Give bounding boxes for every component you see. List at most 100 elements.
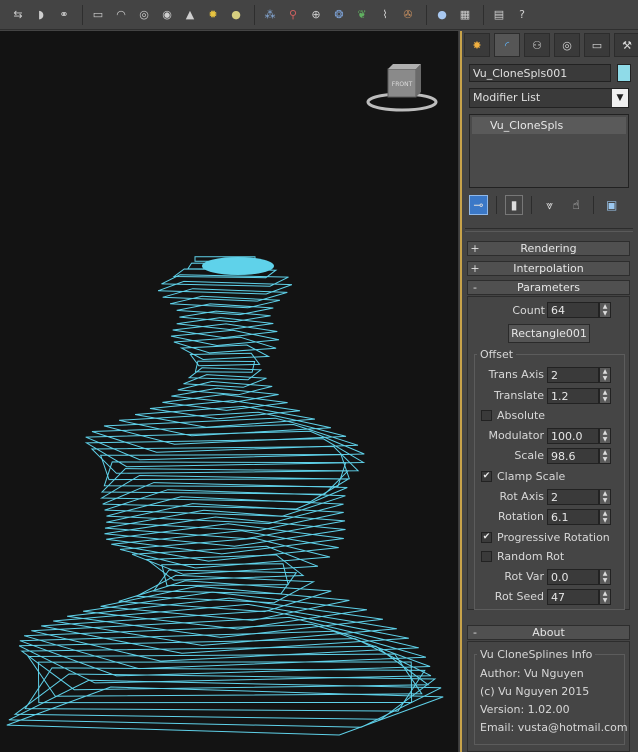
- translate-field[interactable]: [547, 388, 599, 404]
- rollout-interpolation[interactable]: + Interpolation: [467, 261, 630, 276]
- scale-field[interactable]: [547, 448, 599, 464]
- rotation-spinner[interactable]: ▲▼: [547, 509, 613, 525]
- offset-group-title: Offset: [477, 348, 517, 361]
- spinner-arrows-icon[interactable]: ▲ ▼: [599, 428, 611, 444]
- random-rot-checkbox[interactable]: Random Rot: [481, 550, 564, 563]
- viewcube[interactable]: FRONT: [366, 64, 438, 112]
- rot-axis-label: Rot Axis: [499, 490, 544, 503]
- trans-axis-spinner[interactable]: ▲▼: [547, 367, 613, 383]
- rot-seed-field[interactable]: [547, 589, 599, 605]
- checkbox-box[interactable]: [481, 410, 492, 421]
- spinner-arrows-icon[interactable]: ▲ ▼: [599, 489, 611, 505]
- rollout-title: Interpolation: [513, 262, 584, 275]
- cone-icon[interactable]: ▲: [180, 5, 200, 25]
- transform-icon[interactable]: ⇆: [8, 5, 28, 25]
- spinner-arrows-icon[interactable]: ▲ ▼: [599, 569, 611, 585]
- separator: [593, 196, 595, 214]
- trans-axis-field[interactable]: [547, 367, 599, 383]
- rotation-field[interactable]: [547, 509, 599, 525]
- snap-icon[interactable]: ◗: [31, 5, 51, 25]
- rot-var-field[interactable]: [547, 569, 599, 585]
- object-name-field[interactable]: [469, 64, 611, 82]
- clamp-scale-checkbox[interactable]: ✔ Clamp Scale: [481, 470, 565, 483]
- copyright-text: (c) Vu Nguyen 2015: [480, 685, 590, 698]
- object-color-swatch[interactable]: [617, 64, 631, 82]
- rollout-rendering[interactable]: + Rendering: [467, 241, 630, 256]
- spinner-arrows-icon[interactable]: ▲ ▼: [599, 509, 611, 525]
- remove-modifier-icon[interactable]: ☝: [567, 195, 586, 215]
- wireframe-canvas: FRONT: [6, 64, 444, 736]
- checkbox-box[interactable]: [481, 551, 492, 562]
- leaf-icon[interactable]: ❦: [352, 5, 372, 25]
- spinner-arrows-icon[interactable]: ▲ ▼: [599, 302, 611, 318]
- render-icon[interactable]: ●: [432, 5, 452, 25]
- clone-splines-wireframe: [6, 256, 444, 736]
- scale-spinner[interactable]: ▲▼: [547, 448, 613, 464]
- rot-seed-spinner[interactable]: ▲▼: [547, 589, 613, 605]
- rotation-label: Rotation: [497, 510, 544, 523]
- globe-icon[interactable]: ❂: [329, 5, 349, 25]
- rollout-parameters[interactable]: - Parameters: [467, 280, 630, 295]
- chevron-down-icon[interactable]: ▼: [612, 89, 628, 107]
- links-icon[interactable]: ⚭: [54, 5, 74, 25]
- perspective-viewport[interactable]: FRONT: [0, 31, 459, 752]
- checkmark-icon[interactable]: ✔: [481, 532, 492, 543]
- display-tab-icon[interactable]: ▭: [584, 33, 610, 57]
- checkmark-icon[interactable]: ✔: [481, 471, 492, 482]
- box-icon[interactable]: ▭: [88, 5, 108, 25]
- modifier-stack[interactable]: Vu_CloneSpls: [469, 114, 629, 188]
- configure-sets-icon[interactable]: ▣: [602, 195, 621, 215]
- spinner-arrows-icon[interactable]: ▲ ▼: [599, 388, 611, 404]
- modifier-list-dropdown[interactable]: Modifier List ▼: [469, 88, 629, 108]
- rot-axis-field[interactable]: [547, 489, 599, 505]
- ring-icon[interactable]: ◎: [134, 5, 154, 25]
- show-end-result-icon[interactable]: ▮: [504, 195, 524, 215]
- rollout-title: About: [532, 626, 565, 639]
- rot-var-spinner[interactable]: ▲▼: [547, 569, 613, 585]
- eye-icon[interactable]: ◉: [157, 5, 177, 25]
- dome-icon[interactable]: ◠: [111, 5, 131, 25]
- light-icon[interactable]: ●: [226, 5, 246, 25]
- modify-tab-icon[interactable]: ◜: [494, 33, 520, 57]
- shape-pick-button[interactable]: Rectangle001: [508, 324, 590, 343]
- motion-tab-icon[interactable]: ◎: [554, 33, 580, 57]
- help-icon[interactable]: ?: [512, 5, 532, 25]
- spinner-arrows-icon[interactable]: ▲ ▼: [599, 448, 611, 464]
- connect-icon[interactable]: ⚲: [283, 5, 303, 25]
- progressive-rotation-checkbox[interactable]: ✔ Progressive Rotation: [481, 531, 610, 544]
- spinner-arrows-icon[interactable]: ▲ ▼: [599, 589, 611, 605]
- utilities-tab-icon[interactable]: ⚒: [614, 33, 638, 57]
- absolute-checkbox[interactable]: Absolute: [481, 409, 545, 422]
- spline-clone: [179, 310, 271, 323]
- translate-label: Translate: [494, 389, 544, 402]
- email-text: Email: vusta@hotmail.com: [480, 721, 628, 734]
- expand-icon: +: [470, 242, 480, 255]
- camera-icon[interactable]: ✇: [398, 5, 418, 25]
- hierarchy-tab-icon[interactable]: ⚇: [524, 33, 550, 57]
- stack-item[interactable]: Vu_CloneSpls: [472, 117, 626, 134]
- translate-spinner[interactable]: ▲▼: [547, 388, 613, 404]
- modulator-spinner[interactable]: ▲▼: [547, 428, 613, 444]
- layers-icon[interactable]: ▤: [489, 5, 509, 25]
- info-group-title: Vu CloneSplines Info: [477, 648, 596, 661]
- spline-clone: [187, 367, 263, 381]
- make-unique-icon[interactable]: ⩔: [540, 195, 559, 215]
- sun-icon[interactable]: ✹: [203, 5, 223, 25]
- calendar-icon[interactable]: ▦: [455, 5, 475, 25]
- spline-clone: [189, 352, 261, 367]
- random-rot-label: Random Rot: [497, 550, 565, 563]
- rollout-about[interactable]: - About: [467, 625, 630, 640]
- sphere-icon[interactable]: ⊕: [306, 5, 326, 25]
- pin-stack-icon[interactable]: ⊸: [469, 195, 488, 215]
- rot-axis-spinner[interactable]: ▲▼: [547, 489, 613, 505]
- stack-tools: ⊸ ▮ ⩔ ☝ ▣: [469, 194, 629, 216]
- modulator-label: Modulator: [488, 429, 544, 442]
- modulator-field[interactable]: [547, 428, 599, 444]
- particles-icon[interactable]: ⁂: [260, 5, 280, 25]
- create-tab-icon[interactable]: ✸: [464, 33, 490, 57]
- spinner-arrows-icon[interactable]: ▲ ▼: [599, 367, 611, 383]
- count-spinner[interactable]: ▲▼: [547, 302, 613, 318]
- path-icon[interactable]: ⌇: [375, 5, 395, 25]
- toolbar-separator: [254, 4, 255, 25]
- count-field[interactable]: [547, 302, 599, 318]
